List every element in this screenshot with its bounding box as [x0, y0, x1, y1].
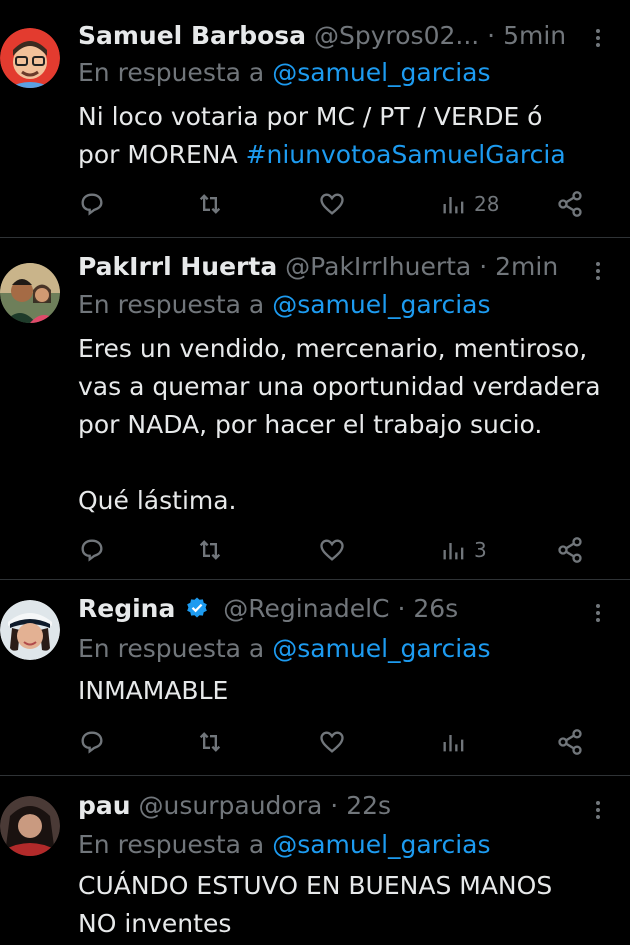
tweet[interactable]: Regina @ReginadelC · 26s En respuesta a …	[0, 580, 630, 776]
like-button[interactable]	[318, 725, 346, 759]
like-icon	[320, 539, 344, 561]
reply-context: En respuesta a @samuel_garcias	[78, 828, 491, 862]
user-handle[interactable]: @usurpaudora	[139, 791, 323, 820]
tweet-actions: 3	[78, 533, 590, 567]
tweet-actions	[78, 725, 590, 759]
tweet-header: Samuel Barbosa @Spyros02... · 5min	[78, 19, 630, 53]
tweet-actions: 28	[78, 187, 590, 221]
reply-mention[interactable]: @samuel_garcias	[272, 830, 490, 859]
views-button[interactable]: 3	[440, 533, 487, 567]
reply-context: En respuesta a @samuel_garcias	[78, 56, 491, 90]
reply-button[interactable]	[78, 533, 106, 567]
reply-prefix: En respuesta a	[78, 290, 265, 319]
reply-mention[interactable]: @samuel_garcias	[272, 634, 490, 663]
user-handle[interactable]: @Spyros02...	[314, 21, 479, 50]
tweet[interactable]: PakIrrl Huerta @PakIrrIhuerta · 2min En …	[0, 238, 630, 580]
reply-prefix: En respuesta a	[78, 634, 265, 663]
tweet-text: INMAMABLE	[78, 676, 229, 705]
tweet-header: PakIrrl Huerta @PakIrrIhuerta · 2min	[78, 250, 630, 284]
reply-prefix: En respuesta a	[78, 830, 265, 859]
reply-mention[interactable]: @samuel_garcias	[272, 290, 490, 319]
tweet[interactable]: Samuel Barbosa @Spyros02... · 5min En re…	[0, 0, 630, 238]
views-count: 28	[474, 192, 500, 216]
tweet-text: Ni loco votaria por MC / PT / VERDE ó po…	[78, 98, 618, 174]
avatar[interactable]	[0, 796, 60, 856]
more-icon[interactable]	[596, 798, 602, 822]
avatar[interactable]	[0, 263, 60, 323]
avatar[interactable]	[0, 600, 60, 660]
separator-dot: ·	[330, 791, 339, 820]
views-icon	[443, 735, 464, 752]
share-icon	[558, 729, 582, 755]
like-button[interactable]	[318, 187, 346, 221]
display-name[interactable]: PakIrrl Huerta	[78, 252, 277, 281]
more-icon[interactable]	[596, 259, 602, 283]
separator-dot: ·	[487, 21, 496, 50]
tweet-header: Regina @ReginadelC · 26s	[78, 592, 630, 626]
more-icon[interactable]	[596, 26, 602, 50]
tweet-header: pau @usurpaudora · 22s	[78, 789, 630, 823]
retweet-icon	[199, 540, 221, 560]
tweet[interactable]: pau @usurpaudora · 22s En respuesta a @s…	[0, 776, 630, 945]
reply-context: En respuesta a @samuel_garcias	[78, 632, 491, 666]
reply-icon	[81, 731, 103, 754]
retweet-button[interactable]	[196, 725, 224, 759]
user-handle[interactable]: @ReginadelC	[223, 594, 389, 623]
like-icon	[320, 731, 344, 753]
retweet-button[interactable]	[196, 187, 224, 221]
views-icon	[443, 543, 464, 560]
display-name[interactable]: Regina	[78, 594, 175, 623]
user-handle[interactable]: @PakIrrIhuerta	[285, 252, 471, 281]
share-icon	[558, 537, 582, 563]
avatar[interactable]	[0, 28, 60, 88]
share-button[interactable]	[556, 533, 584, 567]
display-name[interactable]: Samuel Barbosa	[78, 21, 306, 50]
views-count: 3	[474, 538, 487, 562]
retweet-icon	[199, 732, 221, 752]
like-button[interactable]	[318, 533, 346, 567]
timestamp[interactable]: 5min	[503, 21, 566, 50]
reply-context: En respuesta a @samuel_garcias	[78, 288, 491, 322]
tweet-text: CUÁNDO ESTUVO EN BUENAS MANOS NO invente…	[78, 871, 553, 938]
display-name[interactable]: pau	[78, 791, 131, 820]
separator-dot: ·	[397, 594, 406, 623]
reply-button[interactable]	[78, 187, 106, 221]
timestamp[interactable]: 26s	[413, 594, 458, 623]
views-button[interactable]	[440, 725, 474, 759]
reply-icon	[81, 193, 103, 216]
reply-icon	[81, 539, 103, 562]
reply-button[interactable]	[78, 725, 106, 759]
retweet-icon	[199, 194, 221, 214]
separator-dot: ·	[479, 252, 488, 281]
timestamp[interactable]: 2min	[495, 252, 558, 281]
timestamp[interactable]: 22s	[346, 791, 391, 820]
hashtag[interactable]: #niunvotoaSamuelGarcia	[246, 140, 566, 169]
share-button[interactable]	[556, 187, 584, 221]
views-icon	[443, 197, 464, 214]
retweet-button[interactable]	[196, 533, 224, 567]
share-icon	[558, 191, 582, 217]
reply-mention[interactable]: @samuel_garcias	[272, 58, 490, 87]
more-icon[interactable]	[596, 601, 602, 625]
views-button[interactable]: 28	[440, 187, 499, 221]
tweet-text: Eres un vendido, mercenario, mentiroso, …	[78, 334, 601, 515]
verified-badge-icon	[187, 597, 208, 618]
share-button[interactable]	[556, 725, 584, 759]
like-icon	[320, 193, 344, 215]
reply-prefix: En respuesta a	[78, 58, 265, 87]
